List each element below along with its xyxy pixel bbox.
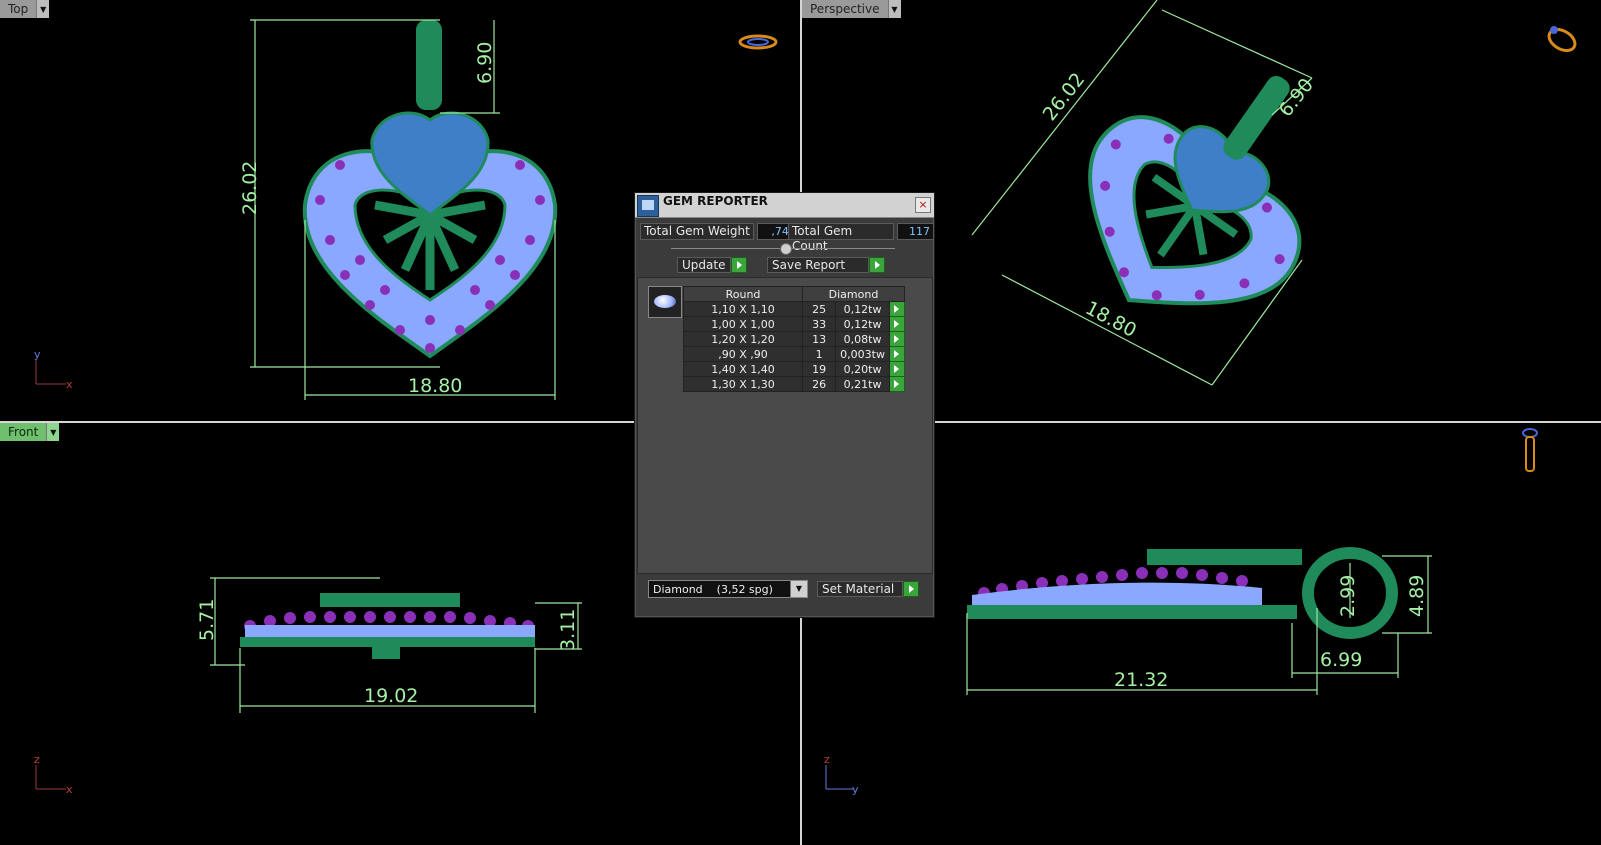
gem-table: Round Diamond 1,10 X 1,10 25 0,12tw 1,00… — [683, 286, 906, 392]
axis-x-label: x — [66, 378, 73, 391]
dim-thickness: 3.11 — [557, 609, 579, 651]
dim-bail: 6.90 — [474, 42, 496, 84]
header-round: Round — [683, 286, 803, 302]
table-row[interactable]: 1,10 X 1,10 25 0,12tw — [683, 301, 906, 317]
gem-reporter-panel: GEM REPORTER × Total Gem Weight ,74 Tota… — [634, 192, 935, 618]
close-icon[interactable]: × — [915, 197, 931, 213]
axis-z-label: z — [824, 753, 830, 766]
gem-reporter-logo-icon — [637, 195, 659, 217]
table-row[interactable]: 1,40 X 1,40 19 0,20tw — [683, 361, 906, 377]
table-row[interactable]: 1,00 X 1,00 33 0,12tw — [683, 316, 906, 332]
dim-width: 18.80 — [408, 375, 462, 397]
table-row[interactable]: 1,20 X 1,20 13 0,08tw — [683, 331, 906, 347]
play-arrow-icon[interactable] — [888, 316, 906, 332]
header-diamond: Diamond — [802, 286, 905, 302]
play-arrow-icon — [731, 257, 747, 273]
dim-bail-outer: 4.89 — [1406, 575, 1428, 617]
dim-bail-inner: 2.99 — [1337, 575, 1359, 617]
total-gem-count-label: Total Gem Count — [788, 222, 894, 253]
table-row[interactable]: ,90 X ,90 1 0,003tw — [683, 346, 906, 362]
material-select[interactable]: Diamond (3,52 spg) ▼ — [648, 580, 808, 598]
update-button[interactable]: Update — [677, 257, 747, 273]
play-arrow-icon[interactable] — [888, 361, 906, 377]
save-report-button[interactable]: Save Report — [767, 257, 885, 273]
axis-z-label: z — [34, 753, 40, 766]
collapse-toggle[interactable] — [780, 243, 792, 255]
play-arrow-icon[interactable] — [888, 346, 906, 362]
table-row[interactable]: 1,30 X 1,30 26 0,21tw — [683, 376, 906, 392]
ring-top-icon[interactable] — [738, 34, 778, 50]
axis-x-label: x — [66, 783, 73, 796]
dim-length: 21.32 — [1114, 669, 1168, 691]
pendant-side-icon[interactable] — [1522, 428, 1538, 472]
play-arrow-icon — [903, 581, 919, 597]
dim-height: 26.02 — [1039, 69, 1090, 125]
axis-y-label: y — [852, 783, 859, 796]
gem-reporter-titlebar[interactable]: GEM REPORTER × — [635, 193, 934, 218]
play-arrow-icon[interactable] — [888, 331, 906, 347]
gem-list-panel: Round Diamond 1,10 X 1,10 25 0,12tw 1,00… — [637, 277, 933, 574]
dim-height: 26.02 — [239, 161, 261, 215]
dim-width: 19.02 — [364, 685, 418, 707]
play-arrow-icon — [869, 257, 885, 273]
dim-bail-width: 6.99 — [1320, 649, 1362, 671]
total-gem-weight-label: Total Gem Weight — [640, 222, 754, 240]
gem-thumbnail-icon[interactable] — [648, 286, 682, 318]
dim-height: 5.71 — [196, 599, 218, 641]
dropdown-arrow-icon[interactable]: ▼ — [790, 581, 807, 597]
gem-reporter-title: GEM REPORTER — [663, 194, 768, 208]
total-gem-count-value: 117 — [896, 222, 934, 240]
set-material-button[interactable]: Set Material — [817, 581, 919, 597]
play-arrow-icon[interactable] — [888, 301, 906, 317]
axis-y-label: y — [34, 348, 41, 361]
ring-perspective-icon[interactable] — [1545, 25, 1578, 55]
dim-width: 18.80 — [1082, 297, 1140, 342]
play-arrow-icon[interactable] — [888, 376, 906, 392]
